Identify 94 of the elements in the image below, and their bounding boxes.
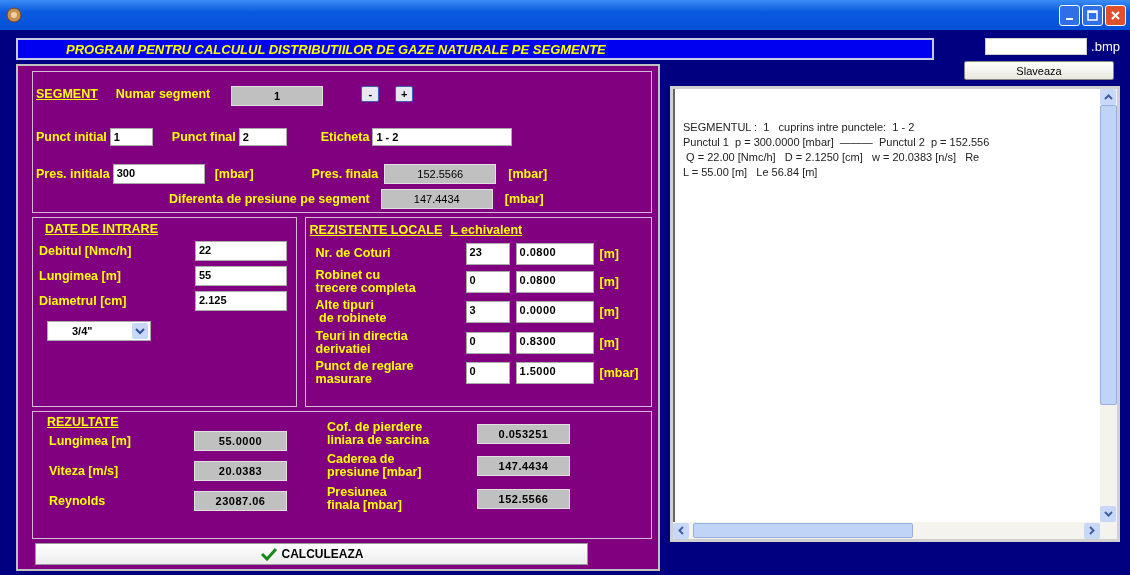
unit-label: [m] [599,335,621,350]
unit-label: [m] [599,247,621,261]
field-label: Robinet cu trecere completa [315,269,417,296]
report-line: Punctul 1 p = 300.0000 [mbar] ——— Punctul 2 p = 152.556 [683,136,991,148]
unit-label: [mbar] [214,167,254,181]
minimize-icon [1066,17,1073,20]
field-label: Reynolds [49,494,107,508]
scroll-down-button[interactable] [1100,506,1116,522]
unit-label: [mbar] [504,192,544,206]
scroll-left-button[interactable] [673,522,689,539]
scroll-up-button[interactable] [1100,89,1116,105]
input-field[interactable]: 300 [112,164,205,184]
field-label: Alte tipuri de robinete [315,299,388,326]
field-label: Lungimea [m] [39,269,122,283]
field-label: Punct initial [36,130,107,144]
close-icon [1110,9,1121,21]
input-field[interactable]: 2.125 [195,291,287,311]
input-field[interactable]: 0.8300 [515,331,594,354]
output-field: 147.4434 [380,189,493,209]
maximize-button[interactable] [1082,4,1103,26]
section-heading: DATE DE INTRARE [45,222,159,236]
program-title: PROGRAM PENTRU CALCULUL DISTRIBUTIILOR DE GAZE NATURALE PE SEGMENTE [16,38,934,60]
input-field[interactable]: 0 [465,271,510,294]
minimize-button[interactable] [1059,4,1080,26]
field-label: Teuri in directia derivatiei [315,329,409,356]
size-dropdown[interactable]: 3/4" [47,321,151,341]
input-field[interactable]: 0 [465,361,510,384]
chevron-down-icon [135,327,145,335]
field-label: Viteza [m/s] [49,464,120,478]
input-field[interactable]: 3 [465,301,510,324]
calculate-button[interactable]: CALCULEAZA [35,543,588,565]
input-field[interactable]: 1 [109,128,153,146]
report-line: SEGMENTUL : 1 cuprins intre punctele: 1 - 2 [683,121,916,133]
input-field[interactable]: 1.5000 [515,361,594,384]
input-field[interactable]: 2 [238,128,287,146]
segment-number-field: 1 [231,86,324,106]
field-label: Nr. de Coturi [315,247,392,261]
chevron-down-icon [1103,511,1113,517]
unit-label: [mbar] [508,167,548,181]
field-label: Caderea de presiune [mbar] [327,453,423,480]
input-field[interactable]: 22 [195,241,287,261]
chevron-right-icon [1089,526,1095,535]
maximize-icon [1087,9,1098,21]
scroll-right-button[interactable] [1084,522,1100,539]
field-label: Diametrul [cm] [39,294,128,308]
field-label: Eticheta [320,130,370,144]
output-field: 0.053251 [477,424,570,445]
vertical-scrollbar[interactable] [1100,89,1117,522]
field-label: Punct final [171,130,236,144]
field-label: Numar segment [115,87,211,101]
section-heading: REZISTENTE LOCALE [309,223,443,237]
input-field[interactable]: 0 [465,331,510,354]
horizontal-scrollbar[interactable] [673,522,1100,539]
output-field: 147.4434 [477,456,570,477]
report-text-area[interactable]: SEGMENTUL : 1 cuprins intre punctele: 1 - 2 Punctul 1 p = 300.0000 [mbar] ——— Punctul 2 p = 152.556 Q = 22.00 [Nmc/h] D = 2.1250 [cm] w = 20.0383 [n/s] Re L = 55.00 [m] Le 56.84 [m] [670,86,1120,542]
app-icon [6,7,22,23]
unit-label: [m] [599,275,621,290]
output-field: 20.0383 [194,461,287,481]
input-field[interactable]: 55 [195,266,287,286]
input-field[interactable]: 0.0000 [515,301,594,324]
output-field: 152.5566 [384,164,497,184]
field-label: Diferenta de presiune pe segment [169,192,370,206]
input-field[interactable]: 1 - 2 [372,128,513,146]
checkmark-icon [259,547,278,561]
field-label: Pres. initiala [36,167,110,181]
decrement-button[interactable]: - [361,86,380,102]
unit-label: [m] [599,305,621,320]
output-field: 55.0000 [194,431,287,451]
scrollbar-thumb[interactable] [693,523,913,538]
filename-field[interactable] [985,38,1088,55]
chevron-left-icon [678,526,684,535]
close-button[interactable] [1105,4,1126,26]
output-field: 152.5566 [477,488,570,509]
field-label: Presiunea finala [mbar] [327,485,403,512]
file-extension: .bmp [1091,39,1120,54]
save-button[interactable]: Slaveaza [964,61,1114,80]
field-label: Debitul [Nmc/h] [39,244,133,258]
field-label: Lungimea [m] [49,434,132,448]
section-heading: SEGMENT [36,87,98,101]
field-label: Cof. de pierdere liniara de sarcina [327,421,431,448]
field-label: Punct de reglare masurare [315,359,415,386]
input-field[interactable]: 0.0800 [515,243,594,265]
chevron-up-icon [1103,94,1113,100]
report-line: L = 55.00 [m] Le 56.84 [m] [683,166,819,178]
section-heading: L echivalent [450,223,523,237]
section-heading: REZULTATE [47,415,120,429]
input-field[interactable]: 23 [465,243,510,265]
output-field: 23087.06 [194,491,287,511]
increment-button[interactable]: + [395,86,414,102]
scrollbar-thumb[interactable] [1100,105,1117,405]
report-line: Q = 22.00 [Nmc/h] D = 2.1250 [cm] w = 20.0383 [n/s] Re [685,151,981,163]
field-label: Pres. finala [311,167,379,181]
input-field[interactable]: 0.0800 [515,271,594,294]
unit-label: [mbar] [599,365,640,380]
